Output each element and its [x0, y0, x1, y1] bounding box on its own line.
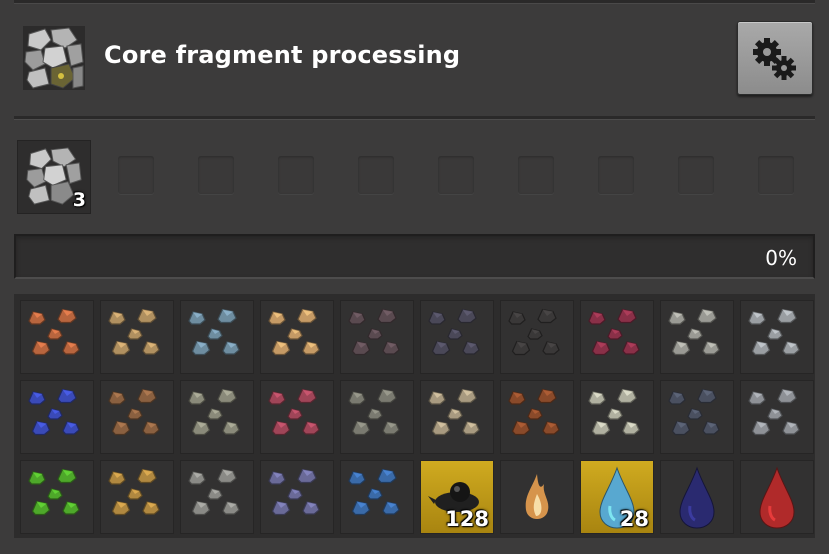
- empty-input-slot[interactable]: [118, 156, 154, 194]
- nickel-ore-icon: [188, 308, 240, 356]
- output-slot-purple-ore[interactable]: [260, 460, 334, 534]
- stone-icon: [668, 308, 720, 356]
- output-slot-ruby-ore[interactable]: [580, 300, 654, 374]
- output-slot-cobalt-ore[interactable]: [20, 380, 94, 454]
- empty-input-slot[interactable]: [198, 156, 234, 194]
- ruby-ore-icon: [588, 308, 640, 356]
- output-slot-sand[interactable]: [740, 380, 814, 454]
- output-slot-tungsten-ore[interactable]: [500, 380, 574, 454]
- purple-ore-icon: [268, 468, 320, 516]
- green-ore-icon: [28, 468, 80, 516]
- gears-icon: [753, 38, 796, 80]
- bauxite-ore-icon: [108, 388, 160, 436]
- settings-button[interactable]: [737, 21, 813, 95]
- core-fragment-icon: [23, 26, 85, 90]
- lead-ore-icon: [348, 388, 400, 436]
- output-slot-lava-drop[interactable]: [740, 460, 814, 534]
- output-count: 128: [445, 507, 489, 531]
- header-divider: [14, 116, 815, 120]
- quartz-icon: [588, 388, 640, 436]
- output-slot-mixed-gems[interactable]: [660, 380, 734, 454]
- output-count: 28: [619, 507, 649, 531]
- output-slot-flame[interactable]: [500, 460, 574, 534]
- recipe-header: Core fragment processing: [0, 0, 829, 118]
- output-slot-green-ore[interactable]: [20, 460, 94, 534]
- output-slot-tin-ore[interactable]: [100, 300, 174, 374]
- blue-ore-icon: [348, 468, 400, 516]
- progress-label: 0%: [765, 246, 797, 270]
- zinc-ore-icon: [188, 388, 240, 436]
- output-slot-quartz[interactable]: [580, 380, 654, 454]
- crude-oil-drop-icon: [679, 466, 715, 529]
- empty-input-slot[interactable]: [438, 156, 474, 194]
- limestone-icon: [188, 468, 240, 516]
- progress-bar: 0%: [14, 234, 815, 279]
- sand-icon: [748, 388, 800, 436]
- rutile-ore-icon: [268, 388, 320, 436]
- output-slot-coal[interactable]: [500, 300, 574, 374]
- output-slot-graphite[interactable]: [420, 300, 494, 374]
- output-slot-copper-ore[interactable]: [20, 300, 94, 374]
- output-slot-manganese-ore[interactable]: [340, 300, 414, 374]
- gold-ore-icon: [268, 308, 320, 356]
- output-slot-stone[interactable]: [660, 300, 734, 374]
- output-slot-rutile-ore[interactable]: [260, 380, 334, 454]
- empty-input-slot[interactable]: [518, 156, 554, 194]
- graphite-icon: [428, 308, 480, 356]
- manganese-ore-icon: [348, 308, 400, 356]
- empty-input-slot[interactable]: [598, 156, 634, 194]
- input-count: 3: [72, 189, 86, 211]
- output-slot-tar[interactable]: 128: [420, 460, 494, 534]
- copper-ore-icon: [28, 308, 80, 356]
- coal-icon: [508, 308, 560, 356]
- output-slot-limestone[interactable]: [180, 460, 254, 534]
- empty-input-slot[interactable]: [358, 156, 394, 194]
- output-slot-bauxite-ore[interactable]: [100, 380, 174, 454]
- output-slot-zinc-ore[interactable]: [180, 380, 254, 454]
- output-slot-lead-ore[interactable]: [340, 380, 414, 454]
- sulfur-ore-icon: [108, 468, 160, 516]
- tungsten-ore-icon: [508, 388, 560, 436]
- output-slot-gold-ore[interactable]: [260, 300, 334, 374]
- output-slot-blue-ore[interactable]: [340, 460, 414, 534]
- flame-icon: [525, 474, 549, 519]
- silver-ore-icon: [428, 388, 480, 436]
- recipe-title: Core fragment processing: [104, 41, 461, 69]
- mixed-gems-icon: [668, 388, 720, 436]
- empty-input-slot[interactable]: [278, 156, 314, 194]
- iron-ore-icon: [748, 308, 800, 356]
- output-slot-nickel-ore[interactable]: [180, 300, 254, 374]
- output-slot-iron-ore[interactable]: [740, 300, 814, 374]
- lava-drop-icon: [759, 466, 795, 529]
- cobalt-ore-icon: [28, 388, 80, 436]
- output-slot-crude-oil-drop[interactable]: [660, 460, 734, 534]
- input-slot-core-fragment[interactable]: 3: [17, 140, 91, 214]
- empty-input-slot[interactable]: [678, 156, 714, 194]
- empty-input-slot[interactable]: [758, 156, 794, 194]
- output-slot-sulfur-ore[interactable]: [100, 460, 174, 534]
- tin-ore-icon: [108, 308, 160, 356]
- output-slot-silver-ore[interactable]: [420, 380, 494, 454]
- output-slot-water-drop[interactable]: 28: [580, 460, 654, 534]
